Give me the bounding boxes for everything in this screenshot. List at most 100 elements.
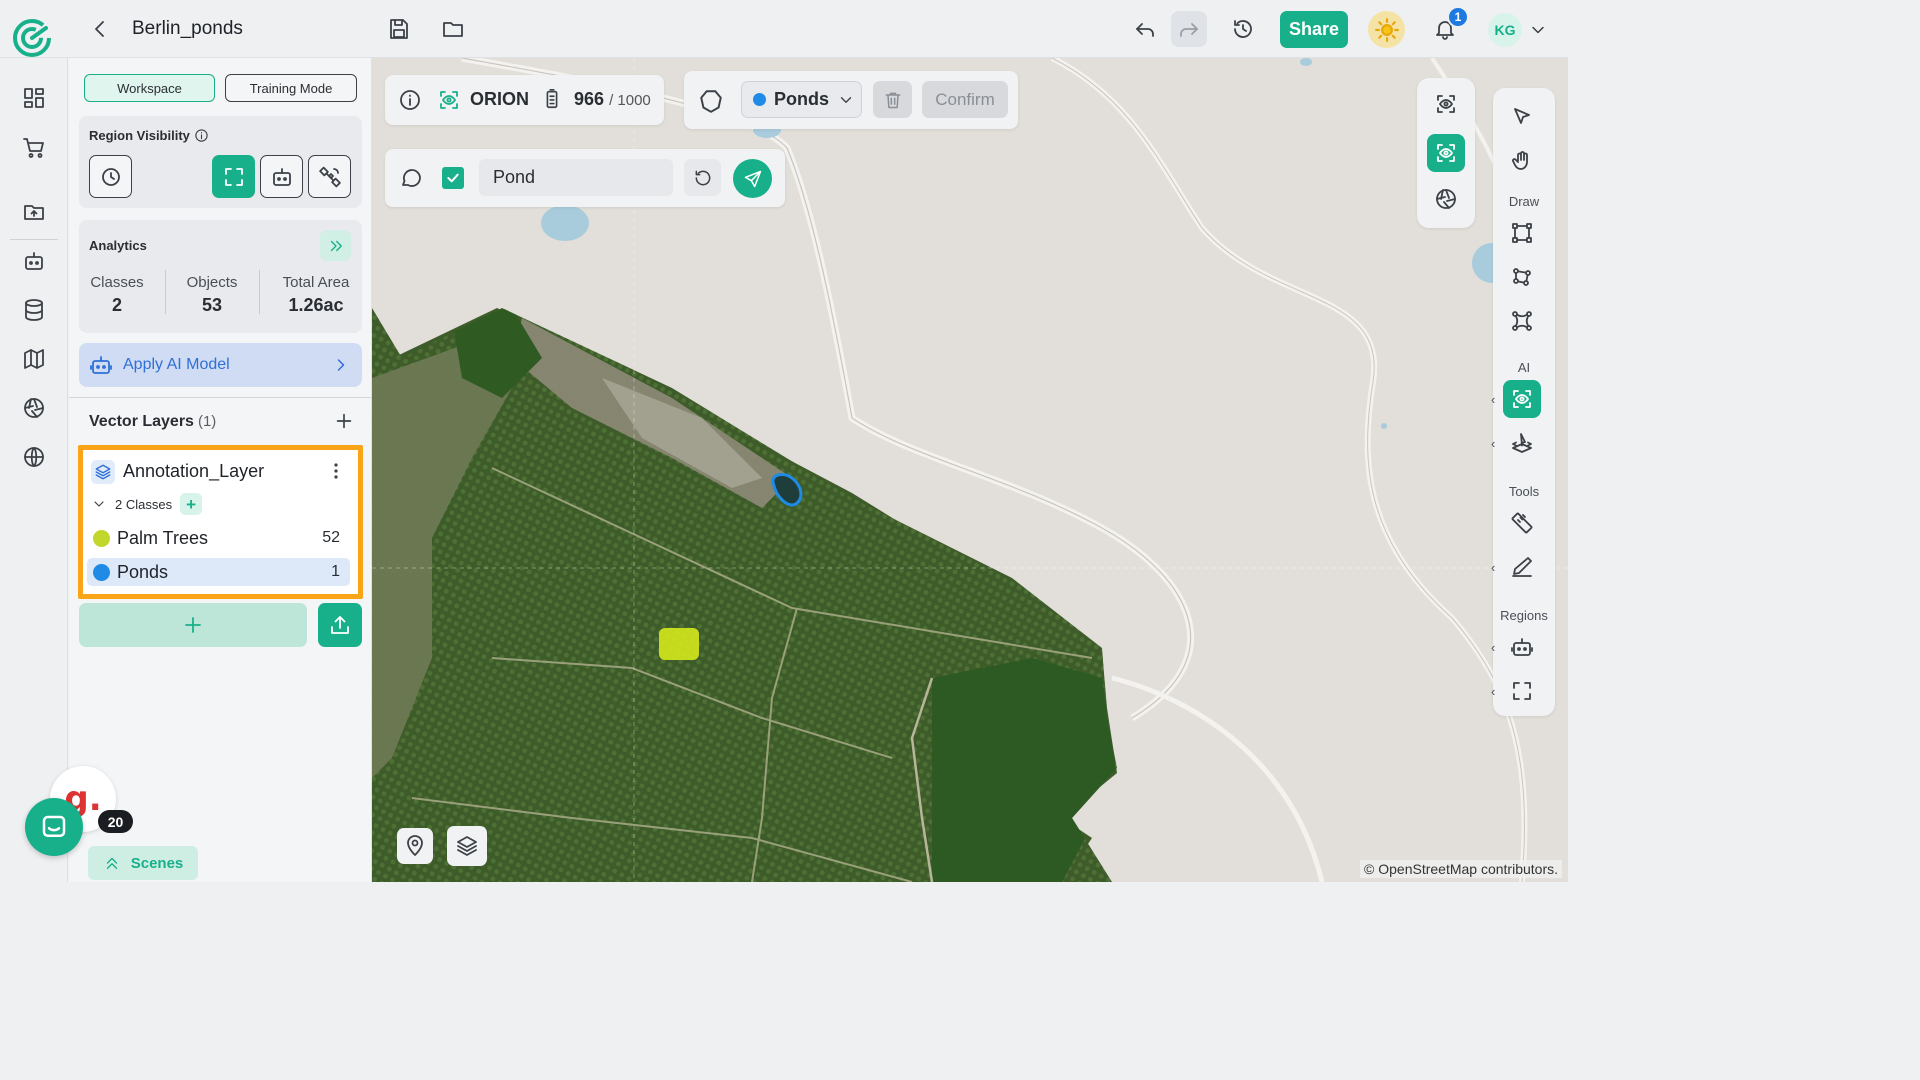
add-vector-layer-button[interactable] [333,410,355,432]
workspace-tab[interactable]: Workspace [84,74,215,102]
confirm-button[interactable]: Confirm [922,81,1008,118]
class-count: 1 [331,563,340,580]
apply-ai-model-button[interactable]: Apply AI Model [79,343,362,387]
chevron-left-icon[interactable]: ‹ [1491,560,1495,575]
chevron-left-icon[interactable]: ‹ [1491,640,1495,655]
share-button[interactable]: Share [1280,11,1348,48]
ai-scan-button[interactable] [1427,85,1465,123]
satellite-icon [318,166,341,187]
ai-detect-tool[interactable] [1503,380,1541,418]
project-title: Berlin_ponds [132,18,243,39]
annotation-layer-card[interactable]: Annotation_Layer 2 Classes + Palm Trees … [78,445,363,599]
training-mode-tab[interactable]: Training Mode [225,74,357,102]
history-button[interactable] [1225,11,1261,47]
class-name: Ponds [117,561,169,582]
map-canvas[interactable]: ORION 966 / 1000 Ponds Confirm Pond Draw… [372,58,1568,882]
prompt-reset-button[interactable] [684,159,721,196]
location-button[interactable] [397,828,433,864]
chevron-down-icon [1532,26,1544,34]
save-button[interactable] [381,11,417,47]
chevron-left-icon[interactable]: ‹ [1491,392,1495,407]
basemap-layers-button[interactable] [447,826,487,866]
polygon-tool[interactable] [1503,258,1541,296]
measure-tool[interactable] [1503,504,1541,542]
scenes-label: Scenes [130,854,184,872]
chevron-left-icon[interactable]: ‹ [1491,684,1495,699]
nav-explore[interactable] [22,396,48,422]
region-frame-tool[interactable] [1503,672,1541,710]
nav-globe[interactable] [22,445,48,471]
app-logo[interactable] [12,18,56,62]
region-ai-button[interactable] [260,155,303,198]
aperture-icon [1436,189,1456,209]
back-button[interactable] [82,11,118,47]
credits-counter: 966 / 1000 [574,89,651,109]
nav-marketplace[interactable] [22,136,48,162]
class-row-palm-trees[interactable]: Palm Trees 52 [87,524,350,552]
chat-button[interactable] [25,798,83,856]
chevron-right-icon [337,359,345,371]
chat-bubble-icon[interactable] [399,166,423,190]
nav-maps[interactable] [22,347,48,373]
ai-click-segment-tool[interactable] [1503,424,1541,462]
left-nav-rail [0,58,68,882]
redo-button[interactable] [1171,11,1207,47]
ai-segment-button[interactable] [1427,180,1465,218]
drawing-toolbar: Draw AI ‹ ‹ Tools ‹ Regions ‹ ‹ [1491,88,1555,716]
ai-model-info-bar: ORION 966 / 1000 [385,75,664,125]
brush-tool[interactable] [1503,548,1541,586]
open-folder-button[interactable] [435,11,471,47]
ai-model-name: ORION [470,89,530,109]
prompt-send-button[interactable] [733,159,772,198]
prompt-input[interactable] [479,159,673,196]
region-frame-button[interactable] [212,155,255,198]
user-menu-toggle[interactable] [1528,20,1548,40]
add-layer-button[interactable] [79,603,307,647]
region-visibility-title: Region Visibility [89,128,190,143]
rectangle-tool[interactable] [1503,214,1541,252]
cart-icon [23,138,44,158]
upload-layer-button[interactable] [318,603,362,647]
layers-pointer-icon [1512,433,1532,453]
layers-icon [457,836,477,856]
scan-eye-icon [1437,95,1455,113]
region-satellite-button[interactable] [308,155,351,198]
nav-datasets[interactable] [22,298,48,324]
ai-mode-toolbar [1417,78,1475,228]
info-icon[interactable] [398,88,422,112]
analytics-expand-button[interactable] [320,230,351,261]
class-row-ponds[interactable]: Ponds 1 [87,558,350,586]
robot-icon [25,252,43,270]
region-ai-tool[interactable] [1503,628,1541,666]
chevron-left-icon[interactable]: ‹ [1491,436,1495,451]
class-select-dropdown[interactable]: Ponds [741,81,862,118]
freehand-polygon-tool[interactable] [1503,302,1541,340]
chevron-left-icon [95,21,104,37]
theme-toggle[interactable] [1368,11,1405,48]
classes-toggle[interactable]: 2 Classes + [91,493,203,515]
nav-dashboard[interactable] [22,86,48,112]
text-prompt-bar [385,149,785,207]
layer-menu-button[interactable] [333,462,339,480]
chevron-down-icon [94,501,104,507]
polygon-nodes-icon [1513,268,1531,286]
scenes-toggle[interactable]: Scenes [88,846,198,880]
stat-divider [259,270,260,314]
battery-icon [546,89,558,109]
add-class-button[interactable]: + [180,493,203,515]
polygon-icon[interactable] [698,88,724,114]
undo-button[interactable] [1127,11,1163,47]
selected-class: Ponds [774,89,830,109]
info-icon[interactable] [194,128,209,143]
region-history-button[interactable] [89,155,132,198]
select-tool[interactable] [1503,98,1541,136]
user-avatar[interactable]: KG [1488,13,1522,47]
pan-tool[interactable] [1503,142,1541,180]
tools-section-label: Tools [1508,484,1540,499]
delete-button[interactable] [873,81,912,118]
region-visibility-card: Region Visibility [79,116,362,208]
nav-ai-models[interactable] [22,249,48,275]
ai-detect-button[interactable] [1427,134,1465,172]
prompt-enabled-checkbox[interactable] [442,167,464,189]
nav-projects[interactable] [22,200,48,226]
